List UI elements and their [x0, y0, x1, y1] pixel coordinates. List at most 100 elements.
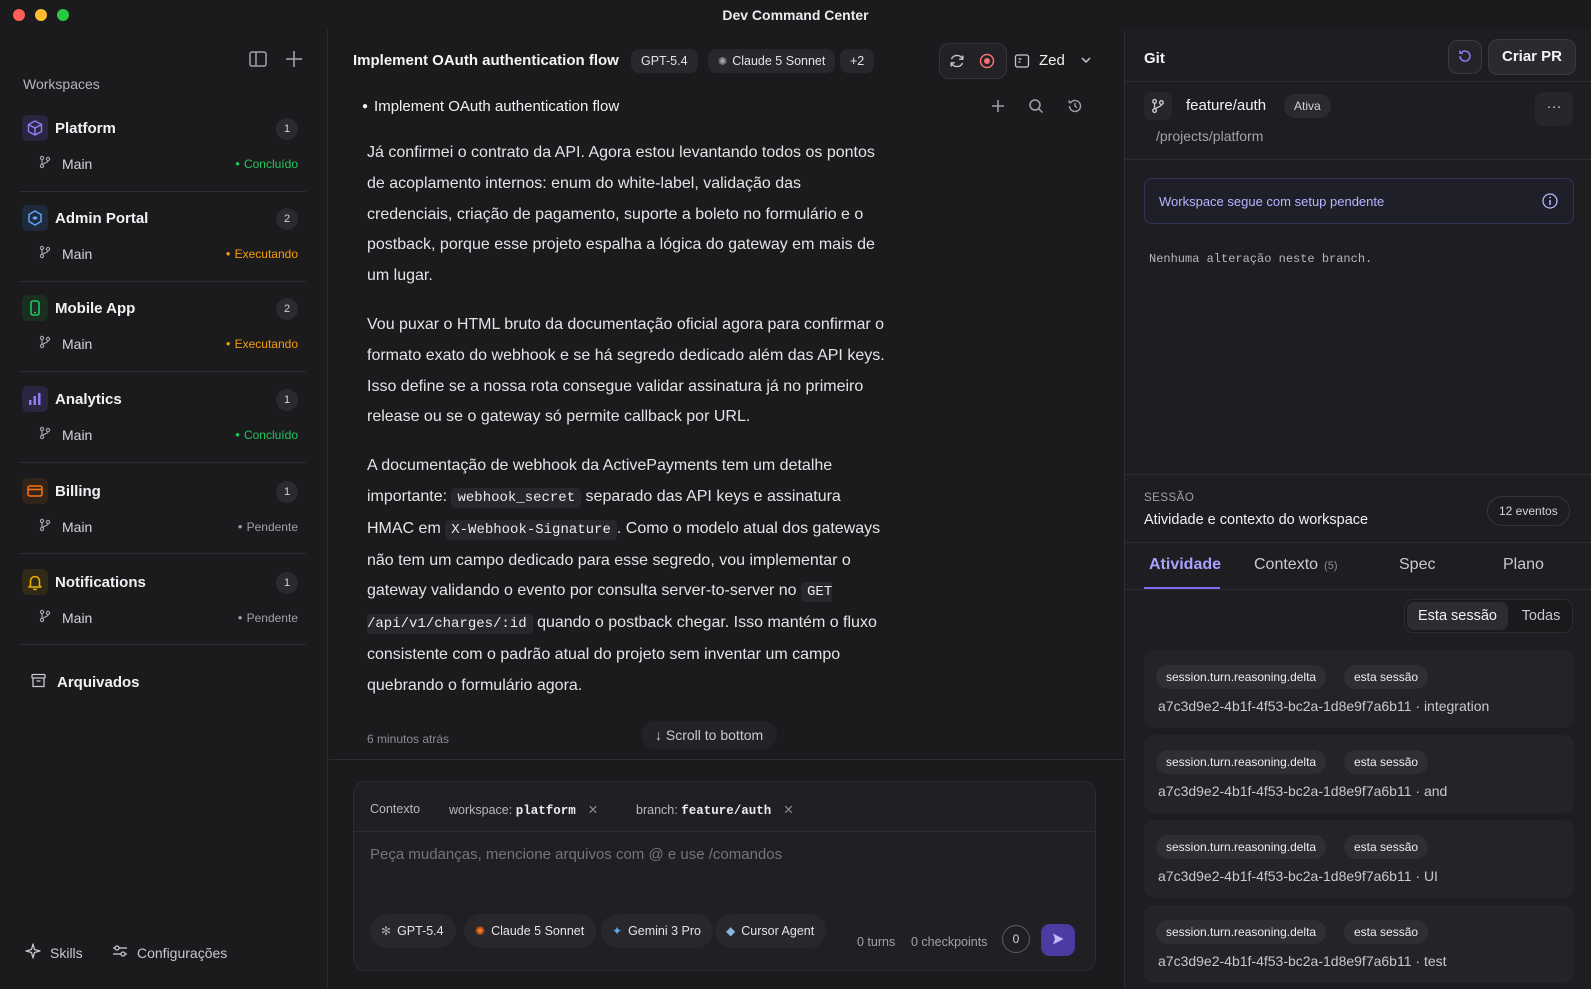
send-arrow-icon — [1050, 931, 1066, 950]
settings-label: Configurações — [137, 944, 228, 961]
model-chip-claude[interactable]: ✺ Claude 5 Sonnet — [464, 914, 597, 948]
info-icon[interactable] — [1541, 192, 1559, 210]
divider — [20, 191, 306, 192]
divider — [1125, 542, 1591, 543]
workspace-admin-portal[interactable]: Admin Portal 2 Main Executando — [20, 198, 306, 282]
workspace-branch[interactable]: Main — [62, 519, 92, 535]
sidebar: Workspaces Platform 1 Main Concluído Adm… — [0, 30, 328, 989]
workspace-branch[interactable]: Main — [62, 246, 92, 262]
inline-code: X-Webhook-Signature — [445, 519, 617, 540]
remove-chip-icon[interactable]: ✕ — [783, 803, 793, 817]
settings-link[interactable]: Configurações — [111, 942, 227, 963]
create-pr-button[interactable]: Criar PR — [1488, 39, 1576, 75]
event-description: a7c3d9e2-4b1f-4f53-bc2a-1d8e9f7a6b11 · t… — [1158, 953, 1447, 969]
workspace-branch[interactable]: Main — [62, 427, 92, 443]
model-chip-cursor[interactable]: ◆ Cursor Agent — [715, 914, 827, 948]
event-card[interactable]: session.turn.reasoning.delta esta sessão… — [1144, 735, 1574, 813]
tab-spec[interactable]: Spec — [1399, 556, 1435, 574]
chip-key: workspace: — [449, 803, 513, 817]
workspace-analytics[interactable]: Analytics 1 Main Concluído — [20, 379, 306, 463]
divider — [1125, 159, 1591, 160]
git-branch-icon — [38, 335, 52, 349]
more-models-pill[interactable]: +2 — [840, 49, 875, 73]
refresh-icon[interactable] — [948, 52, 966, 73]
checkpoint-indicator: 0 — [1002, 925, 1030, 953]
send-button[interactable] — [1041, 924, 1075, 956]
scroll-to-bottom-button[interactable]: ↓ Scroll to bottom — [641, 721, 778, 749]
message-paragraph: Já confirmei o contrato da API. Agora es… — [367, 144, 875, 285]
model-chip-label: GPT-5.4 — [397, 924, 444, 938]
archived-link[interactable]: Arquivados — [30, 672, 140, 693]
model-chip-gpt[interactable]: ✻ GPT-5.4 — [370, 914, 456, 948]
event-type-tag: session.turn.reasoning.delta — [1156, 665, 1327, 689]
session-title: Atividade e contexto do workspace — [1144, 512, 1369, 528]
phone-icon — [22, 295, 48, 321]
composer: Contexto workspace: platform ✕ branch: fe… — [353, 781, 1096, 971]
bell-icon — [22, 569, 48, 595]
model-pill-gpt[interactable]: GPT-5.4 — [631, 49, 698, 73]
event-card[interactable]: session.turn.reasoning.delta esta sessão… — [1144, 905, 1574, 983]
event-count-badge: 12 eventos — [1487, 496, 1570, 526]
title-bar: Dev Command Center — [0, 0, 1591, 30]
git-branch-icon — [38, 155, 52, 169]
workspace-branch[interactable]: Main — [62, 156, 92, 172]
context-chip-workspace[interactable]: workspace: platform ✕ — [449, 802, 598, 818]
event-scope-tag: esta sessão — [1344, 750, 1429, 774]
workspace-branch[interactable]: Main — [62, 336, 92, 352]
event-type-tag: session.turn.reasoning.delta — [1156, 750, 1327, 774]
workspace-count-badge: 1 — [276, 572, 298, 594]
workspace-status: Pendente — [238, 611, 298, 625]
workspace-name: Notifications — [55, 574, 146, 591]
tab-plano[interactable]: Plano — [1503, 556, 1544, 574]
remove-chip-icon[interactable]: ✕ — [588, 803, 598, 817]
event-type-tag: session.turn.reasoning.delta — [1156, 835, 1327, 859]
context-chip-branch[interactable]: branch: feature/auth ✕ — [636, 802, 794, 818]
workspace-mobile-app[interactable]: Mobile App 2 Main Executando — [20, 288, 306, 372]
hexagon-icon — [22, 205, 48, 231]
workspace-branch[interactable]: Main — [62, 610, 92, 626]
git-branch-icon — [38, 518, 52, 532]
event-card[interactable]: session.turn.reasoning.delta esta sessão… — [1144, 820, 1574, 898]
message-paragraph: Vou puxar o HTML bruto da documentação o… — [367, 315, 885, 426]
tab-contexto[interactable]: Contexto (5) — [1254, 556, 1338, 574]
divider — [329, 759, 1124, 760]
divider — [1125, 474, 1591, 475]
archive-box-icon — [30, 672, 47, 693]
event-description: a7c3d9e2-4b1f-4f53-bc2a-1d8e9f7a6b11 · U… — [1158, 868, 1438, 884]
git-branch-icon — [38, 245, 52, 259]
branch-status-badge: Ativa — [1284, 94, 1331, 118]
tab-atividade[interactable]: Atividade — [1149, 556, 1221, 574]
undo-button[interactable] — [1448, 40, 1482, 74]
search-icon[interactable] — [1027, 97, 1045, 115]
editor-window-icon — [1013, 52, 1031, 73]
event-description: a7c3d9e2-4b1f-4f53-bc2a-1d8e9f7a6b11 · i… — [1158, 698, 1490, 714]
bar-chart-icon — [22, 386, 48, 412]
new-thread-icon[interactable] — [989, 97, 1007, 115]
workspace-platform[interactable]: Platform 1 Main Concluído — [20, 108, 306, 192]
bullet-icon: ● — [362, 101, 369, 112]
history-icon[interactable] — [1066, 97, 1084, 115]
workspace-notifications[interactable]: Notifications 1 Main Pendente — [20, 562, 306, 646]
skills-link[interactable]: Skills — [24, 942, 83, 963]
branch-name: feature/auth — [1186, 97, 1267, 114]
prompt-input[interactable] — [370, 846, 1070, 863]
add-workspace-icon[interactable] — [283, 48, 305, 70]
workspace-status: Executando — [226, 247, 298, 261]
editor-select[interactable]: Zed — [1013, 43, 1101, 79]
event-card[interactable]: session.turn.reasoning.delta esta sessão… — [1144, 650, 1574, 728]
filter-this-session[interactable]: Esta sessão — [1407, 602, 1508, 630]
workspace-billing[interactable]: Billing 1 Main Pendente — [20, 471, 306, 555]
thread-item[interactable]: ● Implement OAuth authentication flow — [362, 98, 619, 115]
more-options-button[interactable]: ··· — [1535, 92, 1573, 126]
credit-card-icon — [22, 478, 48, 504]
stop-record-icon[interactable] — [978, 52, 996, 73]
toggle-sidebar-icon[interactable] — [247, 48, 269, 70]
model-chip-label: Gemini 3 Pro — [628, 924, 702, 938]
model-pill-claude[interactable]: ✺ Claude 5 Sonnet — [708, 49, 836, 73]
workspace-status: Concluído — [235, 428, 298, 442]
thread-item-label: Implement OAuth authentication flow — [374, 98, 620, 115]
model-chip-gemini[interactable]: ✦ Gemini 3 Pro — [601, 914, 714, 948]
sparkles-icon — [24, 942, 42, 963]
filter-all[interactable]: Todas — [1511, 602, 1571, 630]
editor-name: Zed — [1039, 52, 1065, 69]
